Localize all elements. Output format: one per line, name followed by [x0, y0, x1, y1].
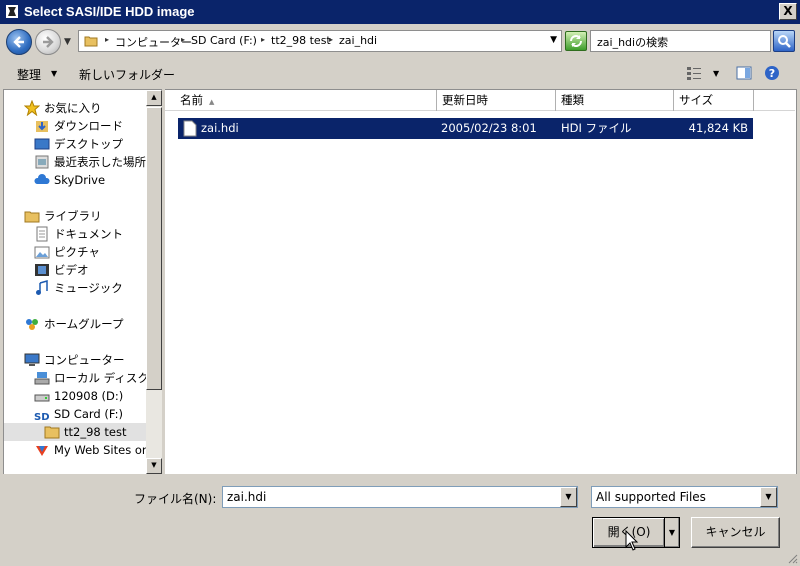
scroll-down-icon[interactable]: ▼: [146, 458, 162, 474]
filename-value: zai.hdi: [227, 490, 267, 504]
column-size[interactable]: サイズ: [674, 90, 754, 111]
filename-label: ファイル名(N):: [134, 492, 217, 506]
nav-item-libraries[interactable]: ライブラリ: [24, 207, 142, 225]
close-button[interactable]: X: [779, 3, 797, 20]
nav-item-homegroup[interactable]: ホームグループ: [24, 315, 142, 333]
chevron-down-icon[interactable]: ▼: [760, 487, 777, 507]
documents-icon: [36, 226, 48, 242]
column-modified[interactable]: 更新日時: [437, 90, 556, 111]
scroll-up-icon[interactable]: ▲: [146, 90, 162, 106]
column-type[interactable]: 種類: [556, 90, 674, 111]
title-bar: Select SASI/IDE HDD image X: [0, 0, 800, 24]
breadcrumb-separator-icon[interactable]: ▸: [261, 35, 265, 44]
search-input[interactable]: zai_hdiの検索: [590, 30, 771, 52]
nav-item-computer[interactable]: コンピューター: [24, 351, 142, 369]
view-options-icon[interactable]: [686, 65, 702, 81]
homegroup-icon: [26, 319, 38, 330]
star-icon: [24, 100, 40, 116]
computer-icon: [24, 353, 40, 366]
nav-item-tt2-98-test[interactable]: tt2_98 test: [4, 423, 146, 441]
new-folder-button[interactable]: 新しいフォルダー: [79, 66, 175, 83]
refresh-icon: [570, 35, 582, 47]
folder-icon: [84, 36, 98, 47]
filter-value: All supported Files: [596, 490, 706, 504]
address-dropdown-icon[interactable]: ▼: [550, 35, 557, 45]
nav-item-skydrive[interactable]: SkyDrive: [34, 171, 146, 189]
column-name[interactable]: 名前 ▲: [175, 90, 437, 111]
chevron-down-icon[interactable]: ▼: [51, 69, 57, 78]
column-header: 名前 ▲ 更新日時 種類 サイズ: [165, 90, 795, 111]
breadcrumb-sd-card[interactable]: SD Card (F:): [191, 34, 257, 47]
nav-item-sd-card[interactable]: SD SD Card (F:): [34, 405, 146, 423]
nav-item-documents[interactable]: ドキュメント: [34, 225, 146, 243]
refresh-button[interactable]: [565, 31, 587, 51]
preview-pane-icon[interactable]: [736, 65, 752, 81]
table-row[interactable]: zai.hdi 2005/02/23 8:01 HDI ファイル 41,824 …: [178, 118, 753, 139]
nav-item-recent-places[interactable]: 最近表示した場所: [34, 153, 146, 171]
chevron-down-icon[interactable]: ▼: [560, 487, 577, 507]
nav-item-videos[interactable]: ビデオ: [34, 261, 146, 279]
arrow-left-icon: [13, 36, 24, 48]
command-bar: 整理 ▼ 新しいフォルダー ▼ ?: [3, 60, 797, 87]
arrow-right-icon: [43, 36, 54, 48]
sd-card-icon: SD: [34, 412, 50, 422]
organize-button[interactable]: 整理: [17, 66, 41, 83]
recent-pages-dropdown[interactable]: ▼: [64, 37, 74, 47]
svg-text:?: ?: [769, 67, 775, 80]
help-icon[interactable]: ?: [764, 65, 780, 81]
file-type: HDI ファイル: [561, 121, 632, 135]
search-button[interactable]: [773, 30, 795, 52]
library-icon: [24, 211, 40, 223]
view-dropdown-icon[interactable]: ▼: [713, 69, 719, 78]
file-modified: 2005/02/23 8:01: [441, 121, 537, 135]
web-sites-icon: [36, 446, 48, 456]
nav-item-drive-d[interactable]: 120908 (D:): [34, 387, 146, 405]
breadcrumb-separator-icon[interactable]: ▸: [105, 35, 109, 44]
folder-icon: [44, 426, 60, 439]
breadcrumb-separator-icon[interactable]: ▸: [181, 35, 185, 44]
svg-text:SD: SD: [34, 412, 50, 422]
local-disk-icon: [34, 372, 50, 385]
nav-item-music[interactable]: ミュージック: [34, 279, 146, 297]
videos-icon: [35, 264, 49, 276]
navigation-pane: お気に入り ダウンロード デスクトップ 最近表示した場所 SkyDrive ライ…: [3, 89, 146, 474]
nav-item-local-disk[interactable]: ローカル ディスク (C: [34, 369, 146, 387]
file-icon: [183, 120, 197, 137]
address-bar[interactable]: ▸ コンピューター ▸ SD Card (F:) ▸ tt2_98 test ▸…: [78, 30, 562, 52]
sort-up-icon: ▲: [209, 98, 215, 106]
scrollbar-thumb[interactable]: [146, 107, 162, 390]
cancel-button[interactable]: キャンセル: [691, 517, 780, 548]
breadcrumb-tt2-98-test[interactable]: tt2_98 test: [271, 34, 331, 47]
music-icon: [36, 280, 48, 295]
open-options-dropdown[interactable]: ▼: [664, 517, 680, 548]
mouse-cursor-icon: [625, 530, 639, 551]
breadcrumb-separator-icon[interactable]: ▸: [329, 35, 333, 44]
filename-field[interactable]: zai.hdi ▼: [222, 486, 578, 508]
drive-icon: [34, 394, 50, 402]
nav-item-pictures[interactable]: ピクチャ: [34, 243, 146, 261]
file-size: 41,824 KB: [688, 121, 748, 135]
navigation-bar: ▼ ▸ コンピューター ▸ SD Card (F:) ▸ tt2_98 test…: [3, 24, 797, 59]
forward-button[interactable]: [35, 29, 61, 55]
skydrive-icon: [34, 174, 50, 184]
breadcrumb-zai-hdi[interactable]: zai_hdi: [339, 34, 377, 47]
pictures-icon: [34, 246, 50, 259]
nav-item-favorites[interactable]: お気に入り: [24, 99, 142, 117]
window-title: Select SASI/IDE HDD image: [24, 4, 195, 19]
file-name: zai.hdi: [201, 121, 239, 135]
file-type-filter[interactable]: All supported Files ▼: [591, 486, 778, 508]
downloads-icon: [36, 121, 48, 132]
navigation-scrollbar[interactable]: ▲ ▼: [146, 89, 162, 474]
desktop-icon: [34, 138, 50, 150]
app-icon: [6, 5, 18, 18]
search-icon: [778, 35, 791, 48]
nav-item-downloads[interactable]: ダウンロード: [34, 117, 146, 135]
nav-item-web-sites[interactable]: My Web Sites on: [34, 441, 146, 459]
recent-places-icon: [35, 155, 49, 169]
file-list: 名前 ▲ 更新日時 種類 サイズ zai.hdi 2005/02/23 8:01 …: [165, 89, 797, 474]
resize-grip-icon[interactable]: [786, 552, 798, 564]
nav-item-desktop[interactable]: デスクトップ: [34, 135, 146, 153]
back-button[interactable]: [6, 29, 32, 55]
